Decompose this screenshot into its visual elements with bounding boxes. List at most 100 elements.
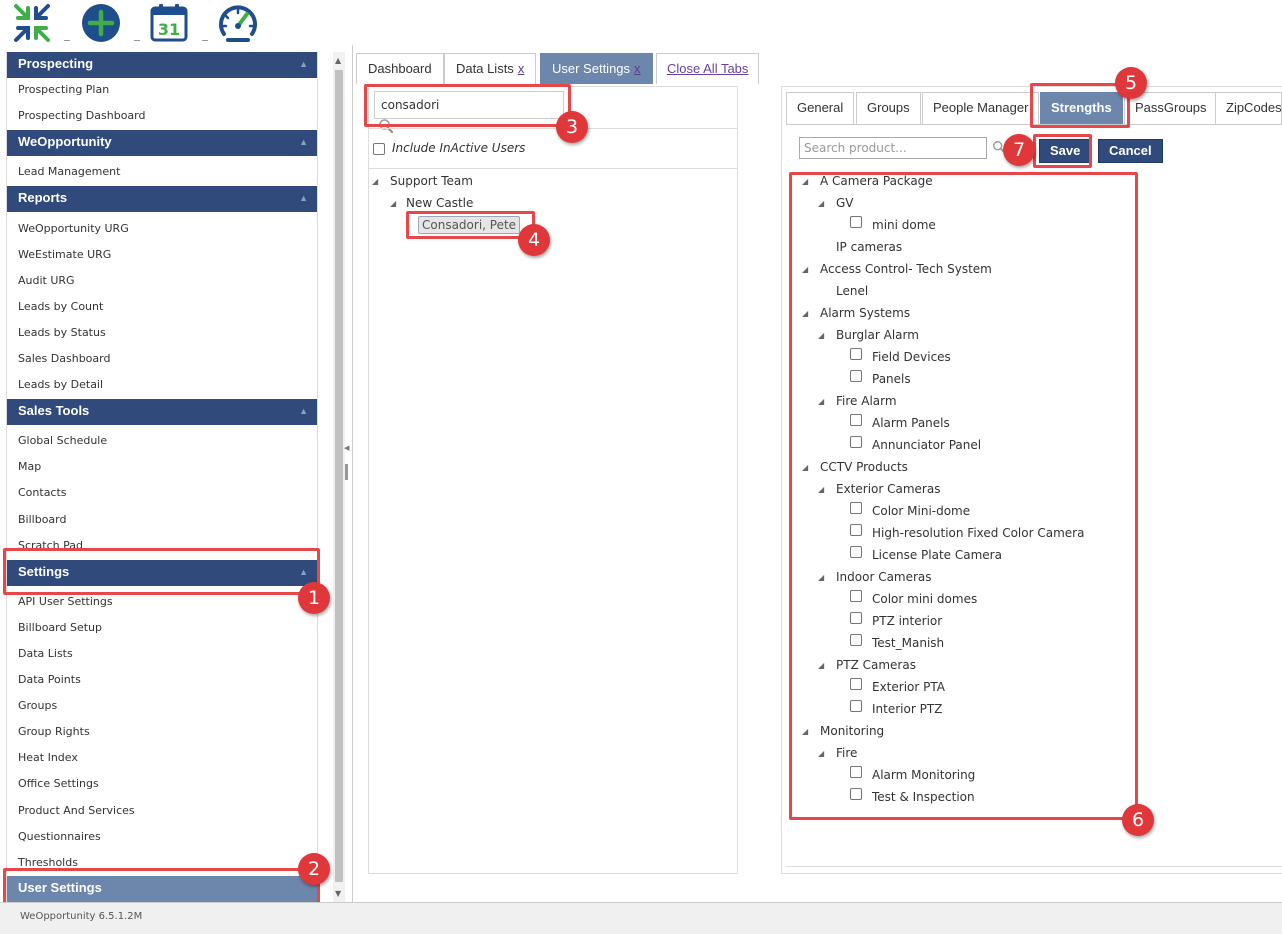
expand-triangle-icon[interactable]: ◢ — [818, 746, 824, 762]
sidebar-item-leads-by-status[interactable]: Leads by Status — [18, 323, 106, 343]
sidebar-item-data-lists[interactable]: Data Lists — [18, 644, 73, 664]
product-item[interactable]: Alarm Monitoring — [872, 767, 975, 783]
sidebar-section-settings[interactable]: Settings ▲ — [7, 560, 317, 586]
product-item[interactable]: Test_Manish — [872, 635, 944, 651]
product-category[interactable]: Indoor Cameras — [836, 569, 932, 585]
product-checkbox[interactable] — [850, 216, 862, 228]
tree-node-new-castle[interactable]: New Castle — [406, 195, 473, 211]
product-item[interactable]: mini dome — [872, 217, 936, 233]
product-category[interactable]: Lenel — [836, 283, 868, 299]
sidebar-section-sales-tools[interactable]: Sales Tools ▲ — [7, 399, 317, 425]
sidebar-item-contacts[interactable]: Contacts — [18, 483, 67, 503]
scroll-down-icon[interactable]: ▼ — [335, 889, 341, 898]
product-checkbox[interactable] — [850, 766, 862, 778]
sidebar-item-audit-urg[interactable]: Audit URG — [18, 271, 75, 291]
product-checkbox[interactable] — [850, 370, 862, 382]
product-checkbox[interactable] — [850, 546, 862, 558]
collapse-arrow-icon[interactable]: ▲ — [299, 399, 308, 423]
expand-triangle-icon[interactable]: ◢ — [818, 658, 824, 674]
product-checkbox[interactable] — [850, 612, 862, 624]
settings-tab-people-manager[interactable]: People Manager — [922, 92, 1040, 124]
product-checkbox[interactable] — [850, 700, 862, 712]
product-category[interactable]: Exterior Cameras — [836, 481, 940, 497]
settings-tab-groups[interactable]: Groups — [856, 92, 921, 124]
search-icon[interactable] — [378, 118, 394, 134]
sidebar-item-sales-dashboard[interactable]: Sales Dashboard — [18, 349, 110, 369]
sidebar-item-leads-by-detail[interactable]: Leads by Detail — [18, 375, 103, 395]
sidebar-section-prospecting[interactable]: Prospecting ▲ — [7, 52, 317, 78]
tab-user-settings[interactable]: User Settings x — [540, 53, 653, 84]
expand-triangle-icon[interactable]: ◢ — [818, 394, 824, 410]
product-checkbox[interactable] — [850, 524, 862, 536]
expand-triangle-icon[interactable]: ◢ — [818, 196, 824, 212]
product-category[interactable]: Alarm Systems — [820, 305, 910, 321]
expand-triangle-icon[interactable]: ◢ — [818, 328, 824, 344]
expand-triangle-icon[interactable]: ◢ — [802, 724, 808, 740]
splitter-grip[interactable] — [345, 464, 348, 480]
product-checkbox[interactable] — [850, 348, 862, 360]
sidebar-item-weestimate-urg[interactable]: WeEstimate URG — [18, 245, 111, 265]
product-category[interactable]: PTZ Cameras — [836, 657, 916, 673]
sidebar-item-questionnaires[interactable]: Questionnaires — [18, 827, 101, 847]
collapse-arrows-icon[interactable] — [10, 2, 54, 44]
sidebar-item-prospecting-dashboard[interactable]: Prospecting Dashboard — [18, 106, 145, 126]
product-item[interactable]: License Plate Camera — [872, 547, 1002, 563]
product-checkbox[interactable] — [850, 590, 862, 602]
expand-triangle-icon[interactable]: ◢ — [818, 482, 824, 498]
product-checkbox[interactable] — [850, 788, 862, 800]
product-checkbox[interactable] — [850, 634, 862, 646]
sidebar-section-reports[interactable]: Reports ▲ — [7, 186, 317, 212]
sidebar-item-user-settings[interactable]: User Settings — [7, 876, 317, 902]
sidebar-item-groups[interactable]: Groups — [18, 696, 57, 716]
product-category[interactable]: Access Control- Tech System — [820, 261, 992, 277]
sidebar-item-scratch-pad[interactable]: Scratch Pad — [18, 536, 83, 556]
sidebar-item-thresholds[interactable]: Thresholds — [18, 853, 78, 873]
sidebar-item-global-schedule[interactable]: Global Schedule — [18, 431, 107, 451]
save-button[interactable]: Save — [1039, 139, 1092, 163]
collapse-arrow-icon[interactable]: ▲ — [299, 52, 308, 76]
cancel-button[interactable]: Cancel — [1098, 139, 1163, 163]
collapse-arrow-icon[interactable]: ▲ — [299, 560, 308, 584]
product-category[interactable]: IP cameras — [836, 239, 902, 255]
product-checkbox[interactable] — [850, 502, 862, 514]
product-item[interactable]: PTZ interior — [872, 613, 942, 629]
tab-data-lists[interactable]: Data Lists x — [444, 53, 537, 84]
sidebar-item-product-and-services[interactable]: Product And Services — [18, 801, 135, 821]
sidebar-section-weopportunity[interactable]: WeOpportunity ▲ — [7, 130, 317, 156]
close-tab-icon[interactable]: x — [518, 61, 525, 76]
product-checkbox[interactable] — [850, 436, 862, 448]
include-inactive-checkbox[interactable] — [373, 143, 385, 155]
product-search-input[interactable] — [799, 137, 987, 159]
sidebar-item-map[interactable]: Map — [18, 457, 41, 477]
sidebar-item-billboard-setup[interactable]: Billboard Setup — [18, 618, 102, 638]
product-item[interactable]: Color Mini-dome — [872, 503, 970, 519]
collapse-arrow-icon[interactable]: ▲ — [299, 130, 308, 154]
product-item[interactable]: High-resolution Fixed Color Camera — [872, 525, 1084, 541]
expand-triangle-icon[interactable]: ◢ — [802, 262, 808, 278]
sidebar-item-office-settings[interactable]: Office Settings — [18, 774, 99, 794]
expand-triangle-icon[interactable]: ◢ — [802, 306, 808, 322]
product-category[interactable]: A Camera Package — [820, 173, 933, 189]
scroll-up-icon[interactable]: ▲ — [335, 56, 341, 65]
product-checkbox[interactable] — [850, 414, 862, 426]
sidebar-item-lead-management[interactable]: Lead Management — [18, 162, 120, 182]
user-search-input[interactable] — [374, 91, 564, 119]
scrollbar-thumb[interactable] — [335, 70, 343, 882]
product-category[interactable]: CCTV Products — [820, 459, 908, 475]
tree-node-user[interactable]: Consadori, Pete — [418, 216, 521, 234]
sidebar-item-heat-index[interactable]: Heat Index — [18, 748, 78, 768]
collapse-arrow-icon[interactable]: ▲ — [299, 186, 308, 210]
sidebar-item-weopportunity-urg[interactable]: WeOpportunity URG — [18, 219, 129, 239]
close-all-tabs-link[interactable]: Close All Tabs — [656, 53, 760, 84]
panel-splitter[interactable]: ◀ — [344, 440, 349, 480]
product-checkbox[interactable] — [850, 678, 862, 690]
product-category[interactable]: Fire Alarm — [836, 393, 897, 409]
product-item[interactable]: Exterior PTA — [872, 679, 945, 695]
sidebar-item-api-user-settings[interactable]: API User Settings — [18, 592, 113, 612]
settings-tab-zipcodes[interactable]: ZipCodes — [1215, 92, 1282, 124]
calendar-icon[interactable]: 31 — [148, 2, 192, 44]
product-item[interactable]: Field Devices — [872, 349, 951, 365]
speedometer-icon[interactable] — [216, 2, 260, 44]
product-item[interactable]: Color mini domes — [872, 591, 977, 607]
product-item[interactable]: Panels — [872, 371, 911, 387]
